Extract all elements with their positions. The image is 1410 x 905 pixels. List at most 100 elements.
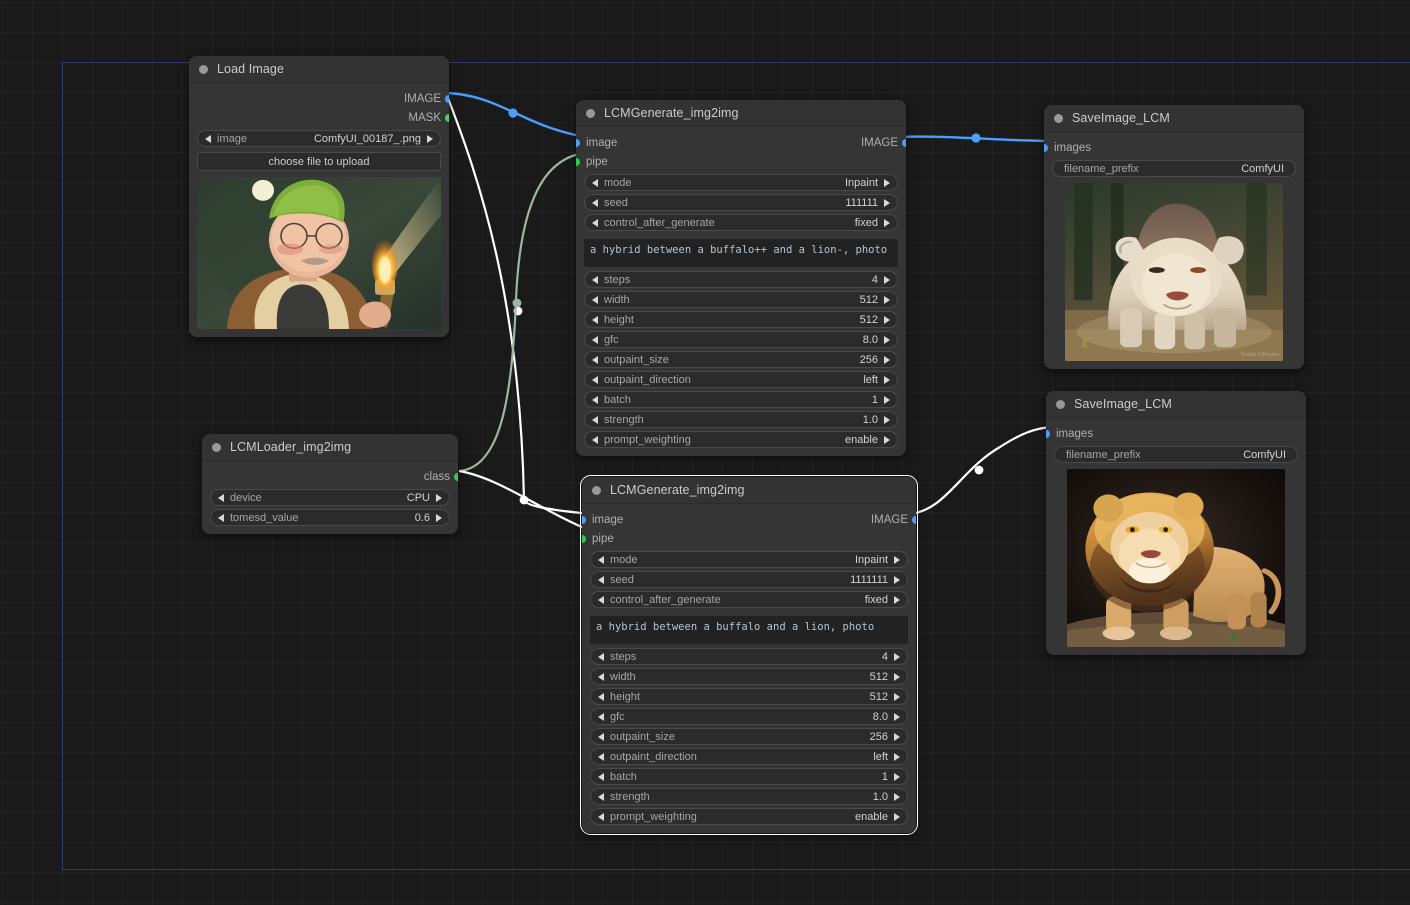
- node-title-bar[interactable]: SaveImage_LCM: [1044, 105, 1304, 132]
- image-output-dot-icon[interactable]: [445, 94, 449, 103]
- widget-strength[interactable]: strength 1.0: [584, 411, 898, 428]
- mask-output-dot-icon[interactable]: [445, 113, 449, 122]
- decrement-arrow-icon[interactable]: [592, 355, 598, 364]
- decrement-arrow-icon[interactable]: [592, 315, 598, 324]
- widget-batch[interactable]: batch 1: [584, 391, 898, 408]
- widget-seed[interactable]: seed 1111111: [590, 571, 908, 588]
- collapse-dot-icon[interactable]: [592, 485, 601, 495]
- pipe-input-dot-icon[interactable]: [576, 157, 580, 166]
- decrement-arrow-icon[interactable]: [592, 218, 598, 227]
- increment-arrow-icon[interactable]: [894, 772, 900, 781]
- prompt-text-widget[interactable]: a hybrid between a buffalo and a lion, p…: [590, 616, 908, 644]
- image-output-dot-icon[interactable]: [912, 515, 916, 524]
- slot-row-pipe[interactable]: pipe: [582, 529, 908, 548]
- images-input-dot-icon[interactable]: [1046, 429, 1050, 438]
- collapse-dot-icon[interactable]: [586, 108, 595, 118]
- decrement-arrow-icon[interactable]: [598, 792, 604, 801]
- increment-arrow-icon[interactable]: [884, 415, 890, 424]
- image-preview-buffalo-lion[interactable]: Stable Diffusion: [1065, 183, 1283, 361]
- widget-seed[interactable]: seed 111111: [584, 194, 898, 211]
- image-input-dot-icon[interactable]: [576, 138, 580, 147]
- input-slot-images[interactable]: images: [1046, 424, 1298, 443]
- increment-arrow-icon[interactable]: [894, 595, 900, 604]
- node-lcmloader[interactable]: LCMLoader_img2img class device CPU tomesd…: [202, 434, 458, 534]
- increment-arrow-icon[interactable]: [894, 752, 900, 761]
- collapse-dot-icon[interactable]: [1056, 399, 1065, 409]
- decrement-arrow-icon[interactable]: [592, 335, 598, 344]
- collapse-dot-icon[interactable]: [1054, 113, 1063, 123]
- decrement-arrow-icon[interactable]: [592, 375, 598, 384]
- increment-arrow-icon[interactable]: [894, 712, 900, 721]
- decrement-arrow-icon[interactable]: [598, 555, 604, 564]
- output-slot-class[interactable]: class: [210, 467, 458, 486]
- increment-arrow-icon[interactable]: [884, 275, 890, 284]
- input-slot-images[interactable]: images: [1044, 138, 1296, 157]
- decrement-arrow-icon[interactable]: [218, 493, 224, 502]
- widget-mode[interactable]: mode Inpaint: [584, 174, 898, 191]
- class-output-dot-icon[interactable]: [454, 472, 458, 481]
- increment-arrow-icon[interactable]: [436, 513, 442, 522]
- decrement-arrow-icon[interactable]: [598, 652, 604, 661]
- increment-arrow-icon[interactable]: [884, 395, 890, 404]
- increment-arrow-icon[interactable]: [884, 198, 890, 207]
- choose-file-to-upload-button[interactable]: choose file to upload: [197, 152, 441, 171]
- decrement-arrow-icon[interactable]: [205, 134, 211, 143]
- widget-control-after-generate[interactable]: control_after_generate fixed: [584, 214, 898, 231]
- increment-arrow-icon[interactable]: [894, 792, 900, 801]
- increment-arrow-icon[interactable]: [884, 218, 890, 227]
- decrement-arrow-icon[interactable]: [592, 178, 598, 187]
- widget-width[interactable]: width 512: [584, 291, 898, 308]
- increment-arrow-icon[interactable]: [894, 692, 900, 701]
- increment-arrow-icon[interactable]: [894, 812, 900, 821]
- decrement-arrow-icon[interactable]: [592, 435, 598, 444]
- prompt-text-widget[interactable]: a hybrid between a buffalo++ and a lion-…: [584, 239, 898, 267]
- decrement-arrow-icon[interactable]: [592, 415, 598, 424]
- increment-arrow-icon[interactable]: [884, 178, 890, 187]
- decrement-arrow-icon[interactable]: [598, 672, 604, 681]
- slot-row-image[interactable]: image IMAGE: [576, 133, 906, 152]
- widget-filename-prefix[interactable]: filename_prefix ComfyUI: [1052, 160, 1296, 177]
- widget-device[interactable]: device CPU: [210, 489, 450, 506]
- decrement-arrow-icon[interactable]: [592, 275, 598, 284]
- increment-arrow-icon[interactable]: [894, 652, 900, 661]
- increment-arrow-icon[interactable]: [884, 435, 890, 444]
- increment-arrow-icon[interactable]: [427, 134, 433, 143]
- output-slot-mask[interactable]: MASK: [197, 108, 449, 127]
- increment-arrow-icon[interactable]: [884, 355, 890, 364]
- decrement-arrow-icon[interactable]: [598, 772, 604, 781]
- image-input-dot-icon[interactable]: [582, 515, 586, 524]
- slot-row-pipe[interactable]: pipe: [576, 152, 898, 171]
- node-lcmgenerate-bottom[interactable]: LCMGenerate_img2img image IMAGE pipe mod…: [580, 475, 918, 835]
- increment-arrow-icon[interactable]: [884, 315, 890, 324]
- widget-steps[interactable]: steps 4: [590, 648, 908, 665]
- node-title-bar[interactable]: Load Image: [189, 56, 449, 83]
- image-preview-lion[interactable]: [1067, 469, 1285, 647]
- node-load-image[interactable]: Load Image IMAGE MASK image ComfyUI_0018…: [189, 56, 449, 337]
- node-lcmgenerate-top[interactable]: LCMGenerate_img2img image IMAGE pipe mod…: [576, 100, 906, 456]
- widget-strength[interactable]: strength 1.0: [590, 788, 908, 805]
- node-title-bar[interactable]: LCMGenerate_img2img: [576, 100, 906, 127]
- images-input-dot-icon[interactable]: [1044, 143, 1048, 152]
- widget-height[interactable]: height 512: [590, 688, 908, 705]
- image-preview-gnome[interactable]: [197, 177, 441, 329]
- widget-outpaint-size[interactable]: outpaint_size 256: [590, 728, 908, 745]
- increment-arrow-icon[interactable]: [894, 672, 900, 681]
- decrement-arrow-icon[interactable]: [592, 395, 598, 404]
- decrement-arrow-icon[interactable]: [598, 732, 604, 741]
- decrement-arrow-icon[interactable]: [598, 812, 604, 821]
- decrement-arrow-icon[interactable]: [592, 198, 598, 207]
- node-saveimage-top[interactable]: SaveImage_LCM images filename_prefix Com…: [1044, 105, 1304, 369]
- widget-batch[interactable]: batch 1: [590, 768, 908, 785]
- widget-outpaint-direction[interactable]: outpaint_direction left: [590, 748, 908, 765]
- decrement-arrow-icon[interactable]: [598, 752, 604, 761]
- widget-prompt-weighting[interactable]: prompt_weighting enable: [590, 808, 908, 825]
- increment-arrow-icon[interactable]: [884, 375, 890, 384]
- widget-width[interactable]: width 512: [590, 668, 908, 685]
- collapse-dot-icon[interactable]: [212, 442, 221, 452]
- widget-filename-prefix[interactable]: filename_prefix ComfyUI: [1054, 446, 1298, 463]
- widget-image[interactable]: image ComfyUI_00187_.png: [197, 130, 441, 147]
- decrement-arrow-icon[interactable]: [598, 692, 604, 701]
- increment-arrow-icon[interactable]: [884, 335, 890, 344]
- decrement-arrow-icon[interactable]: [598, 712, 604, 721]
- widget-height[interactable]: height 512: [584, 311, 898, 328]
